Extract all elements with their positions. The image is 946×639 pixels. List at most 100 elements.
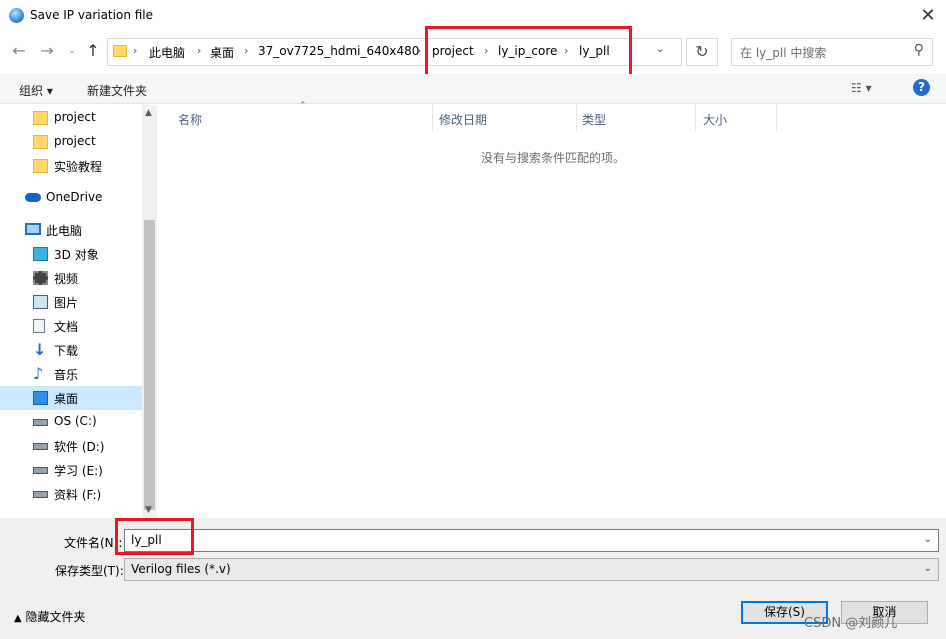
window-title: Save IP variation file bbox=[30, 8, 154, 22]
folder-icon bbox=[33, 135, 48, 149]
nav-item-label: 视频 bbox=[54, 272, 79, 286]
nav-item-this-pc[interactable]: 此电脑 bbox=[0, 218, 142, 242]
organize-menu[interactable]: 组织 ▾ bbox=[19, 82, 53, 99]
nav-item-label: OS (C:) bbox=[54, 414, 97, 428]
file-list: ⌃ 名称 修改日期 类型 大小 没有与搜索条件匹配的项。 bbox=[161, 101, 946, 518]
nav-item-drive-f[interactable]: 资料 (F:) bbox=[0, 482, 142, 506]
video-icon bbox=[33, 271, 48, 285]
chevron-up-icon: ▲ bbox=[14, 613, 22, 624]
column-header-modified[interactable]: 修改日期 bbox=[439, 111, 487, 128]
nav-item-3d-objects[interactable]: 3D 对象 bbox=[0, 242, 142, 266]
breadcrumb-separator: › bbox=[197, 44, 202, 57]
hide-folders-label: 隐藏文件夹 bbox=[25, 610, 86, 624]
nav-item-label: 桌面 bbox=[54, 392, 79, 406]
drive-icon bbox=[33, 467, 48, 474]
help-icon[interactable]: ? bbox=[913, 79, 930, 96]
column-divider[interactable] bbox=[576, 105, 577, 131]
folder-icon bbox=[33, 159, 48, 173]
folder-icon bbox=[33, 111, 48, 125]
nav-item-drive-e[interactable]: 学习 (E:) bbox=[0, 458, 142, 482]
drive-icon bbox=[33, 443, 48, 450]
breadcrumb-desktop[interactable]: 桌面 bbox=[210, 44, 234, 61]
navigation-pane: project project 实验教程 OneDrive 此电脑 3D 对象 … bbox=[0, 105, 157, 518]
hide-folders-toggle[interactable]: ▲ 隐藏文件夹 bbox=[14, 608, 86, 625]
nav-item-label: project bbox=[54, 110, 96, 124]
breadcrumb-separator: › bbox=[417, 44, 422, 57]
picture-icon bbox=[33, 295, 48, 309]
new-folder-button[interactable]: 新建文件夹 bbox=[87, 82, 147, 99]
nav-item-label: 学习 (E:) bbox=[54, 464, 103, 478]
nav-item-label: 软件 (D:) bbox=[54, 440, 105, 454]
breadcrumb-separator: › bbox=[133, 44, 138, 57]
nav-item-downloads[interactable]: ↓ 下载 bbox=[0, 338, 142, 362]
search-input[interactable]: 在 ly_pll 中搜索 ⚲ bbox=[731, 38, 933, 66]
up-arrow-icon[interactable]: ↑ bbox=[84, 42, 102, 60]
cloud-icon bbox=[25, 193, 41, 202]
search-icon[interactable]: ⚲ bbox=[914, 42, 924, 58]
os-drive-icon bbox=[33, 419, 48, 426]
nav-item-label: 图片 bbox=[54, 296, 79, 310]
download-icon: ↓ bbox=[33, 340, 47, 359]
breadcrumb-this-pc[interactable]: 此电脑 bbox=[149, 44, 185, 61]
nav-item-project[interactable]: project bbox=[0, 130, 142, 154]
nav-scrollbar[interactable]: ▲ ▼ bbox=[142, 105, 157, 518]
nav-item-label: 3D 对象 bbox=[54, 248, 99, 262]
recent-dropdown-icon[interactable]: ⌄ bbox=[63, 42, 81, 60]
empty-message: 没有与搜索条件匹配的项。 bbox=[481, 151, 626, 165]
refresh-icon[interactable]: ↻ bbox=[686, 38, 718, 66]
back-arrow-icon[interactable]: ← bbox=[10, 42, 28, 60]
chevron-down-icon[interactable]: ⌄ bbox=[924, 534, 932, 545]
nav-item-project[interactable]: project bbox=[0, 106, 142, 130]
sort-ascending-icon: ⌃ bbox=[299, 101, 307, 111]
column-divider[interactable] bbox=[695, 105, 696, 131]
nav-item-drive-c[interactable]: OS (C:) bbox=[0, 410, 142, 434]
column-header-size[interactable]: 大小 bbox=[703, 111, 727, 128]
chevron-down-icon[interactable]: ⌄ bbox=[924, 563, 932, 574]
nav-item-label: 资料 (F:) bbox=[54, 488, 102, 502]
nav-item-label: 文档 bbox=[54, 320, 79, 334]
nav-item-pictures[interactable]: 图片 bbox=[0, 290, 142, 314]
music-icon: ♪ bbox=[33, 364, 44, 383]
nav-item-drive-d[interactable]: 软件 (D:) bbox=[0, 434, 142, 458]
nav-item-label: 此电脑 bbox=[46, 224, 83, 238]
drive-icon bbox=[33, 491, 48, 498]
search-placeholder: 在 ly_pll 中搜索 bbox=[740, 46, 827, 60]
filetype-select[interactable]: Verilog files (*.v) ⌄ bbox=[124, 558, 939, 581]
scroll-up-icon[interactable]: ▲ bbox=[145, 108, 152, 118]
column-header-type[interactable]: 类型 bbox=[582, 111, 606, 128]
breadcrumb-project-folder[interactable]: 37_ov7725_hdmi_640x480 bbox=[258, 44, 419, 58]
document-icon bbox=[33, 319, 45, 333]
close-icon[interactable]: ✕ bbox=[916, 4, 940, 28]
highlight-box-path bbox=[425, 26, 632, 78]
scrollbar-thumb[interactable] bbox=[144, 220, 155, 510]
column-divider[interactable] bbox=[432, 105, 433, 131]
nav-item-tutorials[interactable]: 实验教程 bbox=[0, 154, 142, 178]
folder-icon bbox=[113, 45, 127, 57]
address-row: ← → ⌄ ↑ › 此电脑 › 桌面 › 37_ov7725_hdmi_640x… bbox=[0, 26, 946, 78]
computer-icon bbox=[25, 223, 41, 235]
nav-item-label: 下载 bbox=[54, 344, 79, 358]
nav-item-music[interactable]: ♪ 音乐 bbox=[0, 362, 142, 386]
breadcrumb-separator: › bbox=[244, 44, 249, 57]
cube-icon bbox=[33, 247, 48, 261]
nav-item-label: project bbox=[54, 134, 96, 148]
column-divider[interactable] bbox=[776, 105, 777, 131]
filename-input[interactable]: ly_pll ⌄ bbox=[124, 529, 939, 552]
column-header-name[interactable]: 名称 bbox=[178, 111, 202, 128]
nav-item-desktop[interactable]: 桌面 bbox=[0, 386, 142, 410]
save-form: 文件名(N): ly_pll ⌄ 保存类型(T): Verilog files … bbox=[0, 518, 946, 639]
view-options-icon[interactable]: ☷ ▾ bbox=[851, 81, 872, 95]
watermark: CSDN @刘颜儿 bbox=[804, 616, 898, 631]
app-icon bbox=[9, 8, 24, 23]
nav-item-documents[interactable]: 文档 bbox=[0, 314, 142, 338]
nav-item-videos[interactable]: 视频 bbox=[0, 266, 142, 290]
filetype-label: 保存类型(T): bbox=[55, 564, 124, 578]
nav-item-label: 音乐 bbox=[54, 368, 79, 382]
nav-item-label: 实验教程 bbox=[54, 160, 103, 174]
nav-item-onedrive[interactable]: OneDrive bbox=[0, 186, 142, 210]
desktop-icon bbox=[33, 391, 48, 405]
scroll-down-icon[interactable]: ▼ bbox=[145, 505, 152, 515]
address-dropdown-icon[interactable]: ⌄ bbox=[656, 44, 664, 55]
forward-arrow-icon[interactable]: → bbox=[38, 42, 56, 60]
highlight-box-filename bbox=[115, 518, 194, 555]
